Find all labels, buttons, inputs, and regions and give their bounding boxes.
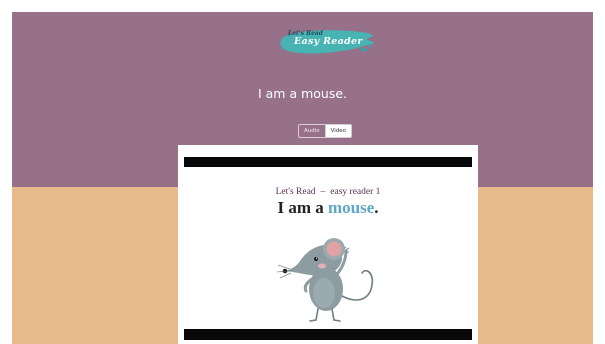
- audio-toggle-button[interactable]: Audio: [298, 124, 326, 138]
- mouse-illustration-icon: [276, 238, 374, 322]
- video-letterbox-bottom: [184, 329, 472, 340]
- book-title: I am a mouse.: [257, 86, 348, 101]
- video-toggle-button[interactable]: Video: [325, 124, 353, 138]
- page: Let's Read Easy Reader I am a mouse. Aud…: [0, 0, 605, 344]
- sentence-highlight-word: mouse: [328, 198, 375, 217]
- video-player[interactable]: Let's Read – easy reader 1 I am a mouse.: [178, 145, 478, 344]
- video-caption-separator: –: [320, 187, 326, 197]
- video-caption: Let's Read – easy reader 1: [178, 187, 478, 197]
- video-sentence: I am a mouse.: [178, 198, 478, 218]
- video-caption-series: Let's Read: [275, 187, 316, 197]
- sentence-prefix: I am a: [277, 198, 328, 217]
- sentence-suffix: .: [374, 198, 379, 217]
- video-caption-level: easy reader 1: [330, 187, 381, 197]
- media-toggle: Audio Video: [298, 124, 353, 138]
- video-letterbox-top: [184, 157, 472, 167]
- logo-line-2: Easy Reader: [294, 36, 363, 47]
- lets-read-easy-reader-logo[interactable]: Let's Read Easy Reader: [276, 24, 380, 62]
